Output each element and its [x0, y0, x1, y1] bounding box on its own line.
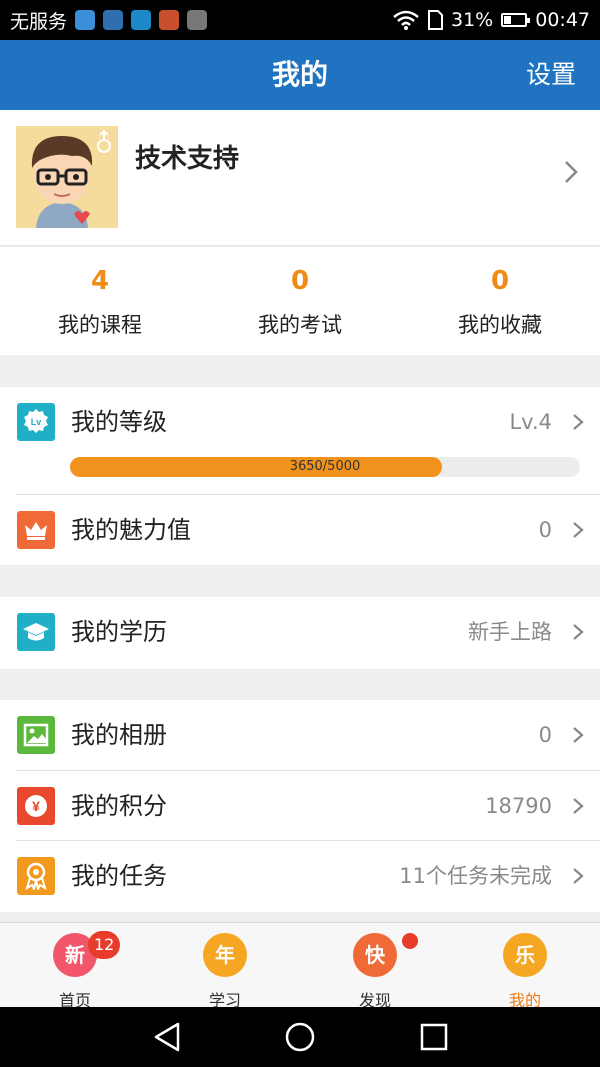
status-bar: 无服务 31% 00:47: [0, 0, 600, 40]
image-notification-icon: [187, 10, 208, 30]
stat-value: 4: [90, 266, 110, 296]
stat-label: 我的考试: [258, 313, 342, 337]
graduation-cap-icon: [17, 613, 55, 651]
clock: 00:47: [535, 9, 590, 31]
chevron-right-icon: [565, 161, 578, 183]
tab-mine[interactable]: 乐 我的: [450, 923, 600, 1010]
notification-app-icon: [103, 10, 124, 30]
photo-album-icon: [17, 716, 55, 754]
education-row[interactable]: 我的学历 新手上路: [0, 597, 600, 667]
new-year-le-icon: 乐: [503, 933, 547, 977]
tasks-value: 11个任务未完成: [399, 864, 552, 888]
stat-exams[interactable]: 0 我的考试: [200, 247, 400, 355]
tab-home[interactable]: 新 首页: [0, 923, 150, 1010]
notification-app-icon: [159, 10, 180, 30]
points-label: 我的积分: [71, 792, 167, 820]
education-value: 新手上路: [468, 620, 552, 644]
tasks-label: 我的任务: [71, 862, 167, 890]
chevron-right-icon: [573, 868, 584, 884]
level-icon: Lv: [17, 403, 55, 441]
points-row[interactable]: ¥ 我的积分 18790: [0, 771, 600, 841]
stat-label: 我的收藏: [458, 313, 542, 337]
level-icon-text: Lv: [31, 417, 42, 427]
username: 技术支持: [135, 144, 240, 174]
page-title: 我的: [271, 58, 328, 91]
wifi-icon: [393, 10, 419, 30]
chevron-right-icon: [573, 522, 584, 538]
album-label: 我的相册: [71, 721, 167, 749]
album-value: 0: [538, 723, 552, 747]
bottom-tab-bar: 新 首页 年 学习 快 发现 乐 我的 12: [0, 922, 600, 1010]
tasks-row[interactable]: 我的任务 11个任务未完成: [0, 841, 600, 911]
level-progress-bar: 3650/5000: [70, 457, 580, 477]
home-circle-icon[interactable]: [284, 1021, 316, 1053]
tab-discover[interactable]: 快 发现: [300, 923, 450, 1010]
yen-coin-icon: ¥: [17, 787, 55, 825]
notification-app-icon: [75, 10, 96, 30]
stat-courses[interactable]: 4 我的课程: [0, 247, 200, 355]
system-nav-bar: [0, 1007, 600, 1067]
crown-icon: [17, 511, 55, 549]
stat-value: 0: [290, 266, 310, 296]
back-icon[interactable]: [152, 1021, 182, 1053]
new-year-kuai-icon: 快: [353, 933, 397, 977]
settings-button[interactable]: 设置: [526, 40, 576, 110]
level-row[interactable]: Lv 我的等级 Lv.4: [0, 387, 600, 457]
sim-card-icon: [428, 10, 443, 30]
education-label: 我的学历: [71, 618, 167, 646]
education-section: 我的学历 新手上路: [0, 597, 600, 669]
assets-section: 我的相册 0 ¥ 我的积分 18790 我的任务 11个任务未完成: [0, 700, 600, 912]
charm-value: 0: [538, 518, 552, 542]
usb-icon: [131, 10, 152, 30]
stat-value: 0: [490, 266, 510, 296]
home-badge: 12: [88, 931, 121, 959]
level-label: 我的等级: [71, 408, 167, 436]
level-value: Lv.4: [509, 410, 552, 434]
chevron-right-icon: [573, 414, 584, 430]
award-ribbon-icon: [17, 857, 55, 895]
profile-card[interactable]: 技术支持: [0, 110, 600, 246]
avatar: [16, 126, 118, 228]
battery-percent: 31%: [451, 9, 494, 31]
yen-coin-text: ¥: [32, 798, 40, 814]
points-value: 18790: [485, 794, 552, 818]
charm-row[interactable]: 我的魅力值 0: [0, 495, 600, 565]
charm-label: 我的魅力值: [71, 516, 191, 544]
tab-study[interactable]: 年 学习: [150, 923, 300, 1010]
discover-dot-badge: [402, 933, 418, 949]
battery-icon: [501, 13, 531, 27]
carrier-text: 无服务: [10, 10, 68, 33]
chevron-right-icon: [573, 727, 584, 743]
chevron-right-icon: [573, 624, 584, 640]
recents-icon[interactable]: [420, 1023, 448, 1051]
new-year-nian-icon: 年: [203, 933, 247, 977]
album-row[interactable]: 我的相册 0: [0, 700, 600, 770]
app-bar: 我的 设置: [0, 40, 600, 110]
stats-row: 4 我的课程 0 我的考试 0 我的收藏: [0, 247, 600, 355]
level-progress-text: 3650/5000: [289, 459, 361, 474]
stat-label: 我的课程: [58, 313, 142, 337]
chevron-right-icon: [573, 798, 584, 814]
stat-favorites[interactable]: 0 我的收藏: [400, 247, 600, 355]
